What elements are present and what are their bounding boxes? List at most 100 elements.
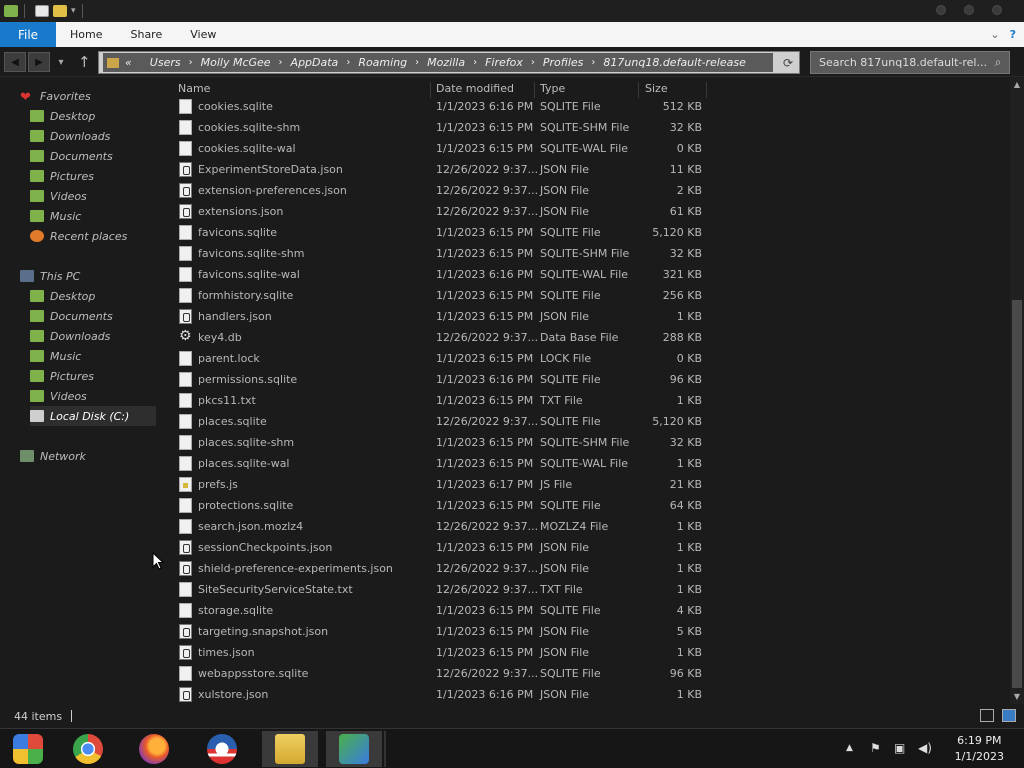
large-icons-view-icon[interactable] xyxy=(1002,709,1016,722)
new-folder-icon[interactable] xyxy=(53,5,67,17)
nav-favorites-documents[interactable]: Documents xyxy=(30,146,113,166)
file-row[interactable]: SiteSecurityServiceState.txt 12/26/2022 9… xyxy=(176,579,706,600)
file-row[interactable]: shield-preference-experiments.json 12/26/… xyxy=(176,558,706,579)
file-row[interactable]: cookies.sqlite-wal 1/1/2023 6:15 PM SQLITE… xyxy=(176,138,706,159)
column-header-type[interactable]: Type xyxy=(540,82,565,95)
refresh-icon[interactable]: ⟳ xyxy=(777,56,799,70)
column-header-name[interactable]: Name xyxy=(178,82,210,95)
file-row[interactable]: times.json 1/1/2023 6:15 PM JSON File 1 KB xyxy=(176,642,706,663)
show-hidden-icons-icon[interactable]: ▲ xyxy=(846,743,853,753)
scroll-up-icon[interactable]: ▲ xyxy=(1010,78,1024,92)
address-bar[interactable]: « Users › Molly McGee › AppData › Roamin… xyxy=(98,51,800,74)
tab-view[interactable]: View xyxy=(176,22,230,47)
file-row[interactable]: favicons.sqlite-shm 1/1/2023 6:15 PM SQLIT… xyxy=(176,243,706,264)
expand-ribbon-icon[interactable]: ⌄ xyxy=(990,28,999,41)
file-row[interactable]: ⚙ key4.db 12/26/2022 9:37... Data Base File… xyxy=(176,327,706,348)
nav-favorites[interactable]: ❤ Favorites xyxy=(20,86,91,106)
file-row[interactable]: places.sqlite 12/26/2022 9:37... SQLITE Fi… xyxy=(176,411,706,432)
breadcrumb-item[interactable]: Roaming xyxy=(358,56,407,69)
file-row[interactable]: places.sqlite-wal 1/1/2023 6:15 PM SQLITE-… xyxy=(176,453,706,474)
details-view-icon[interactable] xyxy=(980,709,994,722)
file-row[interactable]: extension-preferences.json 12/26/2022 9:3… xyxy=(176,180,706,201)
customize-quick-access-icon[interactable]: ▾ xyxy=(71,6,76,16)
nav-favorites-recent-places[interactable]: Recent places xyxy=(30,226,127,246)
search-icon[interactable]: ⌕ xyxy=(987,55,1009,70)
nav-pc-videos[interactable]: Videos xyxy=(30,386,87,406)
file-explorer-icon[interactable] xyxy=(262,731,318,767)
network-status-icon[interactable]: ▣ xyxy=(894,741,905,755)
nav-favorites-desktop[interactable]: Desktop xyxy=(30,106,95,126)
file-row[interactable]: protections.sqlite 1/1/2023 6:15 PM SQLITE… xyxy=(176,495,706,516)
breadcrumb-separator[interactable]: › xyxy=(415,57,419,68)
close-button[interactable] xyxy=(992,5,1002,15)
breadcrumb-item[interactable]: Profiles xyxy=(543,56,584,69)
scrollbar-thumb[interactable] xyxy=(1012,300,1022,688)
column-header-size[interactable]: Size xyxy=(645,82,668,95)
breadcrumb-overflow[interactable]: « xyxy=(125,56,132,69)
file-row[interactable]: webappsstore.sqlite 12/26/2022 9:37... SQL… xyxy=(176,663,706,684)
file-row[interactable]: favicons.sqlite 1/1/2023 6:15 PM SQLITE Fi… xyxy=(176,222,706,243)
breadcrumb-separator[interactable]: › xyxy=(473,57,477,68)
file-row[interactable]: parent.lock 1/1/2023 6:15 PM LOCK File 0 KB xyxy=(176,348,706,369)
file-row[interactable]: permissions.sqlite 1/1/2023 6:16 PM SQLITE… xyxy=(176,369,706,390)
nav-favorites-music[interactable]: Music xyxy=(30,206,81,226)
volume-icon[interactable]: ◀) xyxy=(918,741,932,755)
column-divider[interactable] xyxy=(706,82,707,98)
nav-pc-pictures[interactable]: Pictures xyxy=(30,366,94,386)
recent-locations-icon[interactable]: ▾ xyxy=(54,52,68,72)
breadcrumb-separator[interactable]: › xyxy=(279,57,283,68)
back-button[interactable]: ◀ xyxy=(4,52,26,72)
tab-file[interactable]: File xyxy=(0,22,56,47)
nav-favorites-pictures[interactable]: Pictures xyxy=(30,166,94,186)
search-input[interactable]: Search 817unq18.default-rel... ⌕ xyxy=(810,51,1010,74)
file-row[interactable]: storage.sqlite 1/1/2023 6:15 PM SQLITE Fil… xyxy=(176,600,706,621)
file-row[interactable]: search.json.mozlz4 12/26/2022 9:37... MOZL… xyxy=(176,516,706,537)
tab-home[interactable]: Home xyxy=(56,22,116,47)
system-clock[interactable]: 6:19 PM 1/1/2023 xyxy=(955,733,1004,765)
help-icon[interactable]: ? xyxy=(1010,28,1016,41)
nav-this-pc[interactable]: This PC xyxy=(20,266,80,286)
minimize-button[interactable] xyxy=(936,5,946,15)
file-row[interactable]: sessionCheckpoints.json 1/1/2023 6:15 PM J… xyxy=(176,537,706,558)
file-row[interactable]: xulstore.json 1/1/2023 6:16 PM JSON File 1 … xyxy=(176,684,706,705)
nav-pc-local-disk[interactable]: Local Disk (C:) xyxy=(30,406,156,426)
nav-favorites-videos[interactable]: Videos xyxy=(30,186,87,206)
file-row[interactable]: cookies.sqlite 1/1/2023 6:16 PM SQLITE Fil… xyxy=(176,96,706,117)
vertical-scrollbar[interactable]: ▲ ▼ xyxy=(1010,78,1024,704)
scroll-down-icon[interactable]: ▼ xyxy=(1010,690,1024,704)
obama-logo-icon[interactable] xyxy=(194,731,250,767)
file-row[interactable]: cookies.sqlite-shm 1/1/2023 6:15 PM SQLITE… xyxy=(176,117,706,138)
chrome-icon[interactable] xyxy=(60,731,116,767)
file-row[interactable]: prefs.js 1/1/2023 6:17 PM JS File 21 KB xyxy=(176,474,706,495)
file-row[interactable]: favicons.sqlite-wal 1/1/2023 6:16 PM SQLIT… xyxy=(176,264,706,285)
breadcrumb-separator[interactable]: › xyxy=(346,57,350,68)
properties-icon[interactable] xyxy=(35,5,49,17)
breadcrumb-item[interactable]: Users xyxy=(150,56,181,69)
up-button[interactable]: ↑ xyxy=(78,53,91,71)
breadcrumb-separator[interactable]: › xyxy=(531,57,535,68)
nav-pc-desktop[interactable]: Desktop xyxy=(30,286,95,306)
file-row[interactable]: ExperimentStoreData.json 12/26/2022 9:37.… xyxy=(176,159,706,180)
column-header-date[interactable]: Date modified xyxy=(436,82,514,95)
tab-share[interactable]: Share xyxy=(116,22,176,47)
breadcrumb-item[interactable]: Firefox xyxy=(485,56,523,69)
network-people-icon[interactable] xyxy=(326,731,382,767)
nav-pc-downloads[interactable]: Downloads xyxy=(30,326,110,346)
start-icon[interactable] xyxy=(0,731,56,767)
nav-pc-music[interactable]: Music xyxy=(30,346,81,366)
file-row[interactable]: pkcs11.txt 1/1/2023 6:15 PM TXT File 1 KB xyxy=(176,390,706,411)
breadcrumb-item[interactable]: AppData xyxy=(291,56,339,69)
breadcrumb-separator[interactable]: › xyxy=(591,57,595,68)
nav-pc-documents[interactable]: Documents xyxy=(30,306,113,326)
breadcrumb-separator[interactable]: › xyxy=(189,57,193,68)
file-row[interactable]: places.sqlite-shm 1/1/2023 6:15 PM SQLITE-… xyxy=(176,432,706,453)
breadcrumb-item[interactable]: Mozilla xyxy=(427,56,465,69)
nav-favorites-downloads[interactable]: Downloads xyxy=(30,126,110,146)
firefox-icon[interactable] xyxy=(126,731,182,767)
breadcrumb-item[interactable]: Molly McGee xyxy=(201,56,271,69)
forward-button[interactable]: ▶ xyxy=(28,52,50,72)
action-center-flag-icon[interactable]: ⚑ xyxy=(870,741,881,755)
file-row[interactable]: targeting.snapshot.json 1/1/2023 6:15 PM J… xyxy=(176,621,706,642)
file-row[interactable]: formhistory.sqlite 1/1/2023 6:15 PM SQLITE… xyxy=(176,285,706,306)
breadcrumb-item-current[interactable]: 817unq18.default-release xyxy=(603,56,745,69)
